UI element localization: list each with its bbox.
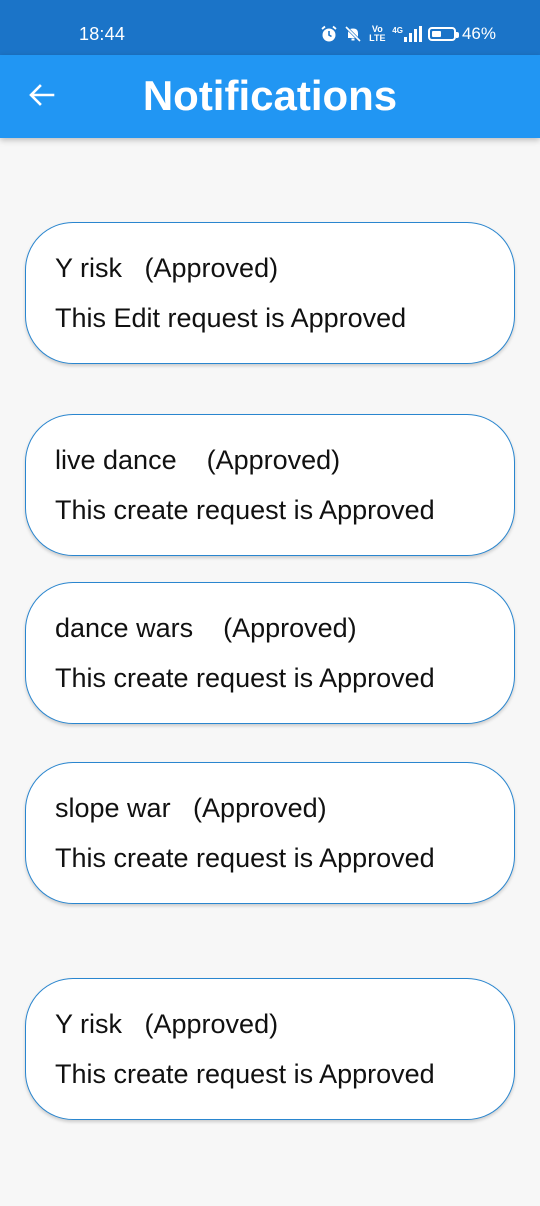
notification-title: Y risk (Approved) <box>55 253 279 283</box>
volte-icon: Vo LTE <box>368 25 386 43</box>
notification-message: This create request is Approved <box>55 663 435 693</box>
status-icons: Vo LTE 4G 46% <box>320 22 496 46</box>
notification-card[interactable]: slope war (Approved) This create request… <box>25 762 515 904</box>
app-bar: Notifications <box>0 55 540 138</box>
notification-title: slope war (Approved) <box>55 793 327 823</box>
battery-fill <box>431 31 441 37</box>
notification-card[interactable]: dance wars (Approved) This create reques… <box>25 582 515 724</box>
notification-card[interactable]: Y risk (Approved) This Edit request is A… <box>25 222 515 364</box>
notification-title: Y risk (Approved) <box>55 1009 279 1039</box>
notification-title: dance wars (Approved) <box>55 613 357 643</box>
notification-message: This create request is Approved <box>55 495 435 525</box>
notification-message: This create request is Approved <box>55 843 435 873</box>
status-time: 18:44 <box>79 24 126 44</box>
signal-icon: 4G <box>392 26 422 42</box>
status-bar: 18:44 Vo LTE 4G 46% <box>0 0 540 55</box>
notification-card[interactable]: Y risk (Approved) This create request is… <box>25 978 515 1120</box>
network-label: 4G <box>392 26 403 35</box>
notification-card[interactable]: live dance (Approved) This create reques… <box>25 414 515 556</box>
mute-icon <box>344 25 362 43</box>
alarm-icon <box>320 25 338 43</box>
volte-label: Vo LTE <box>369 24 386 43</box>
page-title: Notifications <box>142 72 398 119</box>
notification-message: This Edit request is Approved <box>55 303 407 333</box>
notification-title: live dance (Approved) <box>55 445 341 475</box>
notification-message: This create request is Approved <box>55 1059 435 1089</box>
battery-icon <box>427 27 459 41</box>
battery-text: 46% <box>461 24 496 43</box>
